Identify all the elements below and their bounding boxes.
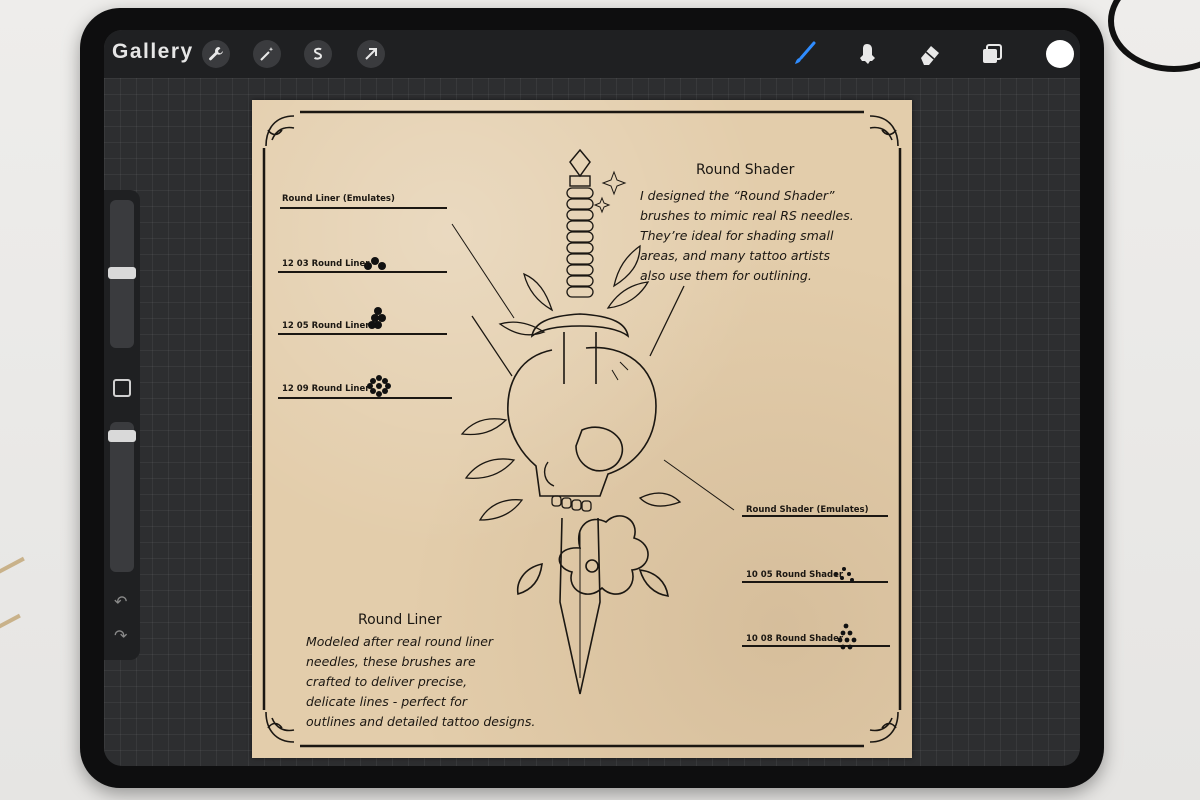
- smudge-icon[interactable]: [851, 38, 883, 70]
- brush-icon[interactable]: [789, 38, 821, 70]
- drawing-canvas[interactable]: Round Shader I designed the “Round Shade…: [252, 100, 912, 758]
- round-shader-description: I designed the “Round Shader” brushes to…: [640, 186, 854, 286]
- liner-05-label: 12 05 Round Liner: [282, 321, 370, 331]
- eraser-icon[interactable]: [914, 38, 946, 70]
- round-liner-description: Modeled after real round liner needles, …: [306, 632, 535, 732]
- round-liner-line: needles, these brushes are: [306, 654, 476, 669]
- nib-05-icon: [368, 307, 386, 329]
- round-shader-line: areas, and many tattoo artists: [640, 248, 830, 263]
- round-shader-line: They’re ideal for shading small: [640, 228, 834, 243]
- redo-icon[interactable]: ↷: [114, 626, 127, 645]
- round-liner-heading: Round Liner: [358, 612, 442, 628]
- round-shader-line: also use them for outlining.: [640, 268, 812, 283]
- wrench-icon[interactable]: [202, 40, 230, 68]
- shader-08-label: 10 08 Round Shader: [746, 634, 844, 644]
- brush-size-handle[interactable]: [108, 267, 136, 279]
- selection-s-icon[interactable]: [304, 40, 332, 68]
- round-liner-line: outlines and detailed tattoo designs.: [306, 714, 536, 729]
- round-liner-line: delicate lines - perfect for: [306, 694, 467, 709]
- round-liner-line: Modeled after real round liner: [306, 634, 494, 649]
- round-shader-emulates-label: Round Shader (Emulates): [746, 505, 869, 515]
- round-shader-heading: Round Shader: [696, 162, 795, 178]
- liner-09-label: 12 09 Round Liner: [282, 384, 370, 394]
- app-screen: Gallery ↶ ↷ Round Shader I designed the …: [104, 30, 1080, 766]
- layers-icon[interactable]: [976, 38, 1008, 70]
- modify-button[interactable]: [113, 379, 131, 397]
- undo-icon[interactable]: ↶: [114, 592, 127, 611]
- left-sidebar: ↶ ↷: [104, 190, 140, 660]
- round-shader-line: brushes to mimic real RS needles.: [640, 208, 854, 223]
- magic-wand-icon[interactable]: [253, 40, 281, 68]
- liner-03-label: 12 03 Round Liner: [282, 259, 370, 269]
- round-shader-line: I designed the “Round Shader”: [640, 188, 835, 203]
- transform-arrow-icon[interactable]: [357, 40, 385, 68]
- color-icon[interactable]: [1046, 40, 1074, 68]
- nib-09-icon: [367, 375, 391, 397]
- round-liner-line: crafted to deliver precise,: [306, 674, 468, 689]
- top-toolbar: Gallery: [104, 30, 1080, 78]
- tablet-frame: Gallery ↶ ↷ Round Shader I designed the …: [80, 8, 1104, 788]
- round-liner-emulates-label: Round Liner (Emulates): [282, 194, 395, 204]
- gallery-button[interactable]: Gallery: [112, 40, 194, 64]
- opacity-handle[interactable]: [108, 430, 136, 442]
- shader-05-label: 10 05 Round Shader: [746, 570, 844, 580]
- opacity-slider[interactable]: [110, 422, 134, 572]
